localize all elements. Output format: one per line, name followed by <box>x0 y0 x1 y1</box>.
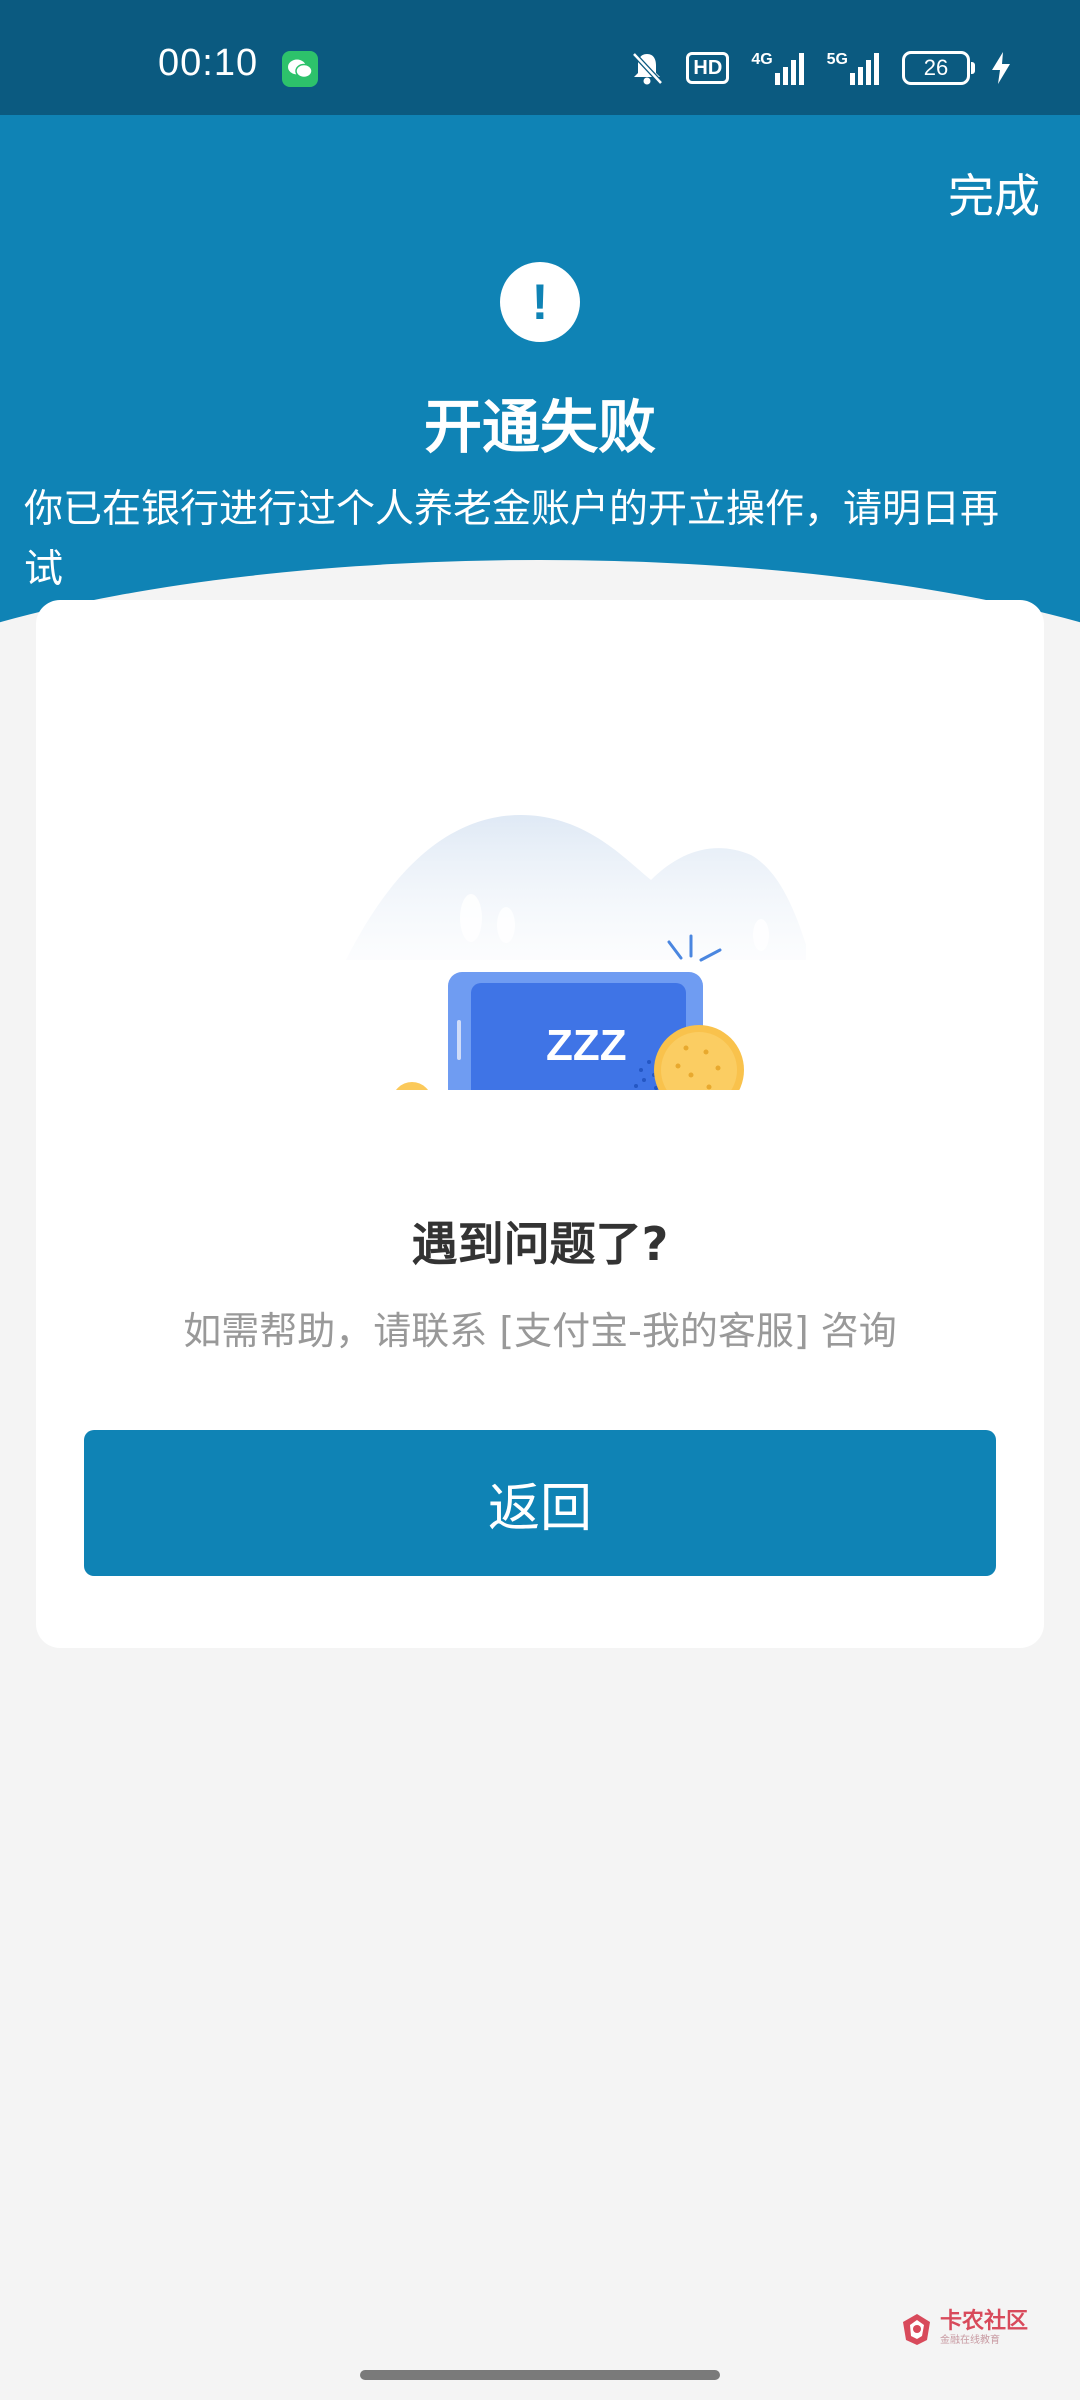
watermark: 卡农社区 金融在线教育 <box>900 2310 1028 2348</box>
battery-level: 26 <box>923 55 949 80</box>
bell-mute-icon <box>630 50 664 86</box>
home-indicator[interactable] <box>360 2370 720 2380</box>
alert-icon: ! <box>500 262 580 342</box>
hill-shape <box>346 815 806 960</box>
sleeping-phone-illustration: ZZZ <box>346 815 806 1090</box>
done-button[interactable]: 完成 <box>948 160 1040 226</box>
charging-icon <box>992 52 1010 84</box>
error-message: 你已在银行进行过个人养老金账户的开立操作，请明日再试 <box>24 487 1000 592</box>
help-text: 如需帮助，请联系 [支付宝-我的客服] 咨询 <box>183 1309 897 1353</box>
signal-4g-icon: 4G <box>751 51 804 85</box>
watermark-subtitle: 金融在线教育 <box>940 2335 1000 2346</box>
zzz-text: ZZZ <box>546 1021 627 1070</box>
watermark-name: 卡农社区 <box>940 2309 1029 2334</box>
watermark-logo-icon <box>903 2314 930 2345</box>
hd-icon: HD <box>686 52 730 84</box>
net-label-5g: 5G <box>826 51 848 68</box>
status-bar: 00:10 HD 4G 5G 26 <box>0 0 1080 115</box>
net-label-4g: 4G <box>751 51 773 68</box>
wechat-icon <box>282 51 318 87</box>
status-icons: HD 4G 5G 26 <box>630 46 1010 90</box>
back-button[interactable]: 返回 <box>84 1430 996 1576</box>
status-time: 00:10 <box>158 42 259 84</box>
page-title: 开通失败 <box>423 393 656 461</box>
small-coin <box>396 1082 428 1090</box>
signal-5g-icon: 5G <box>827 51 880 85</box>
page: 00:10 HD 4G 5G 26 完成 ! 开通失败 你已在银行进行过个人养老… <box>0 0 1080 2400</box>
battery-icon: 26 <box>902 51 975 85</box>
hd-label: HD <box>686 52 730 84</box>
help-title: 遇到问题了? <box>411 1217 669 1271</box>
